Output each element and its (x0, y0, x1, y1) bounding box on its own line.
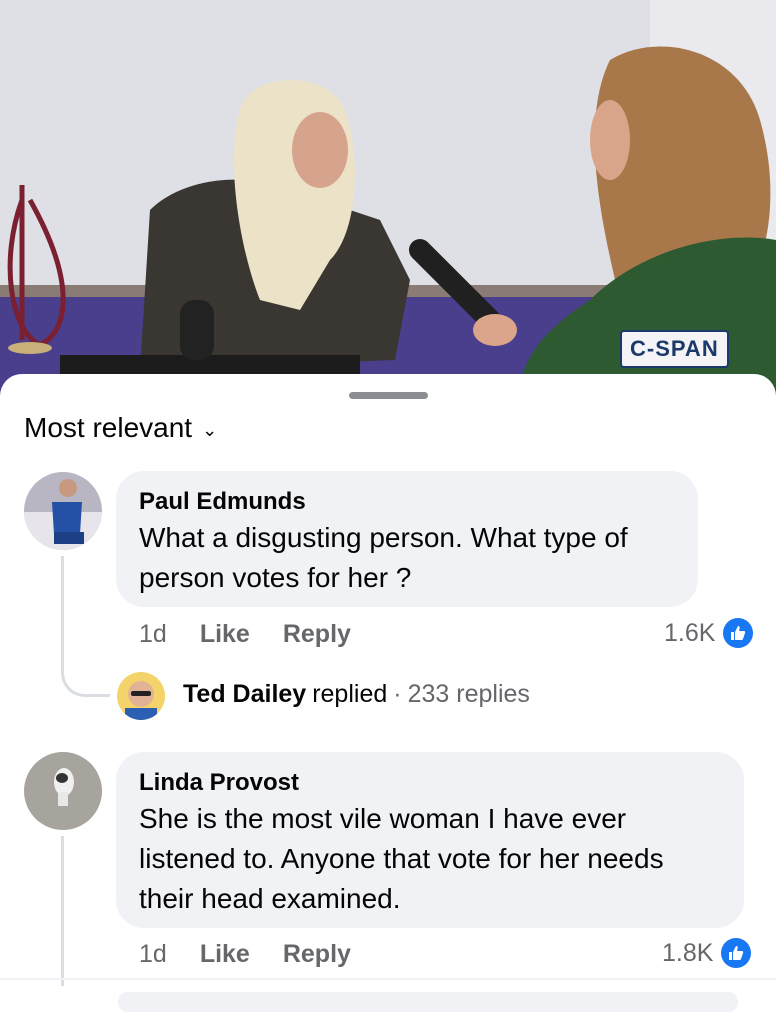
thread-line (61, 836, 64, 986)
cspan-watermark: C-SPAN (620, 330, 729, 368)
comment-author[interactable]: Paul Edmunds (139, 488, 306, 516)
reply-author: Ted Dailey (183, 680, 307, 708)
reply-button[interactable]: Reply (283, 620, 351, 649)
comment-time: 1d (139, 620, 167, 648)
next-comment-bubble (118, 992, 738, 1012)
like-button[interactable]: Like (200, 620, 250, 649)
reply-button[interactable]: Reply (283, 940, 351, 969)
drag-handle[interactable] (349, 392, 428, 399)
comment-time: 1d (139, 940, 167, 968)
sort-dropdown[interactable]: Most relevant ⌄ (24, 412, 217, 444)
video-player[interactable]: C-SPAN (0, 0, 776, 395)
reaction-count[interactable]: 1.8K (662, 938, 752, 968)
comment-actions: 1d Like Reply (139, 940, 351, 969)
reply-separator: · (393, 680, 402, 708)
reaction-count[interactable]: 1.6K (664, 618, 754, 648)
comment-text: What a disgusting person. What type of p… (139, 522, 628, 593)
reply-action: replied (312, 680, 388, 708)
comment-author[interactable]: Linda Provost (139, 769, 299, 797)
comment-text: She is the most vile woman I have ever l… (139, 803, 664, 914)
divider (0, 978, 776, 980)
reply-avatar[interactable] (117, 672, 165, 720)
avatar[interactable] (24, 472, 102, 550)
sort-label: Most relevant (24, 412, 193, 443)
avatar[interactable] (24, 752, 102, 830)
thread-line (61, 556, 64, 666)
like-button[interactable]: Like (200, 940, 250, 969)
comment-actions: 1d Like Reply (139, 620, 351, 649)
reply-count: 233 replies (407, 680, 530, 708)
thumbs-up-icon (723, 618, 754, 648)
view-replies-link[interactable]: Ted Dailey replied · 233 replies (183, 680, 530, 709)
chevron-down-icon: ⌄ (202, 419, 218, 440)
thumbs-up-icon (721, 938, 752, 968)
